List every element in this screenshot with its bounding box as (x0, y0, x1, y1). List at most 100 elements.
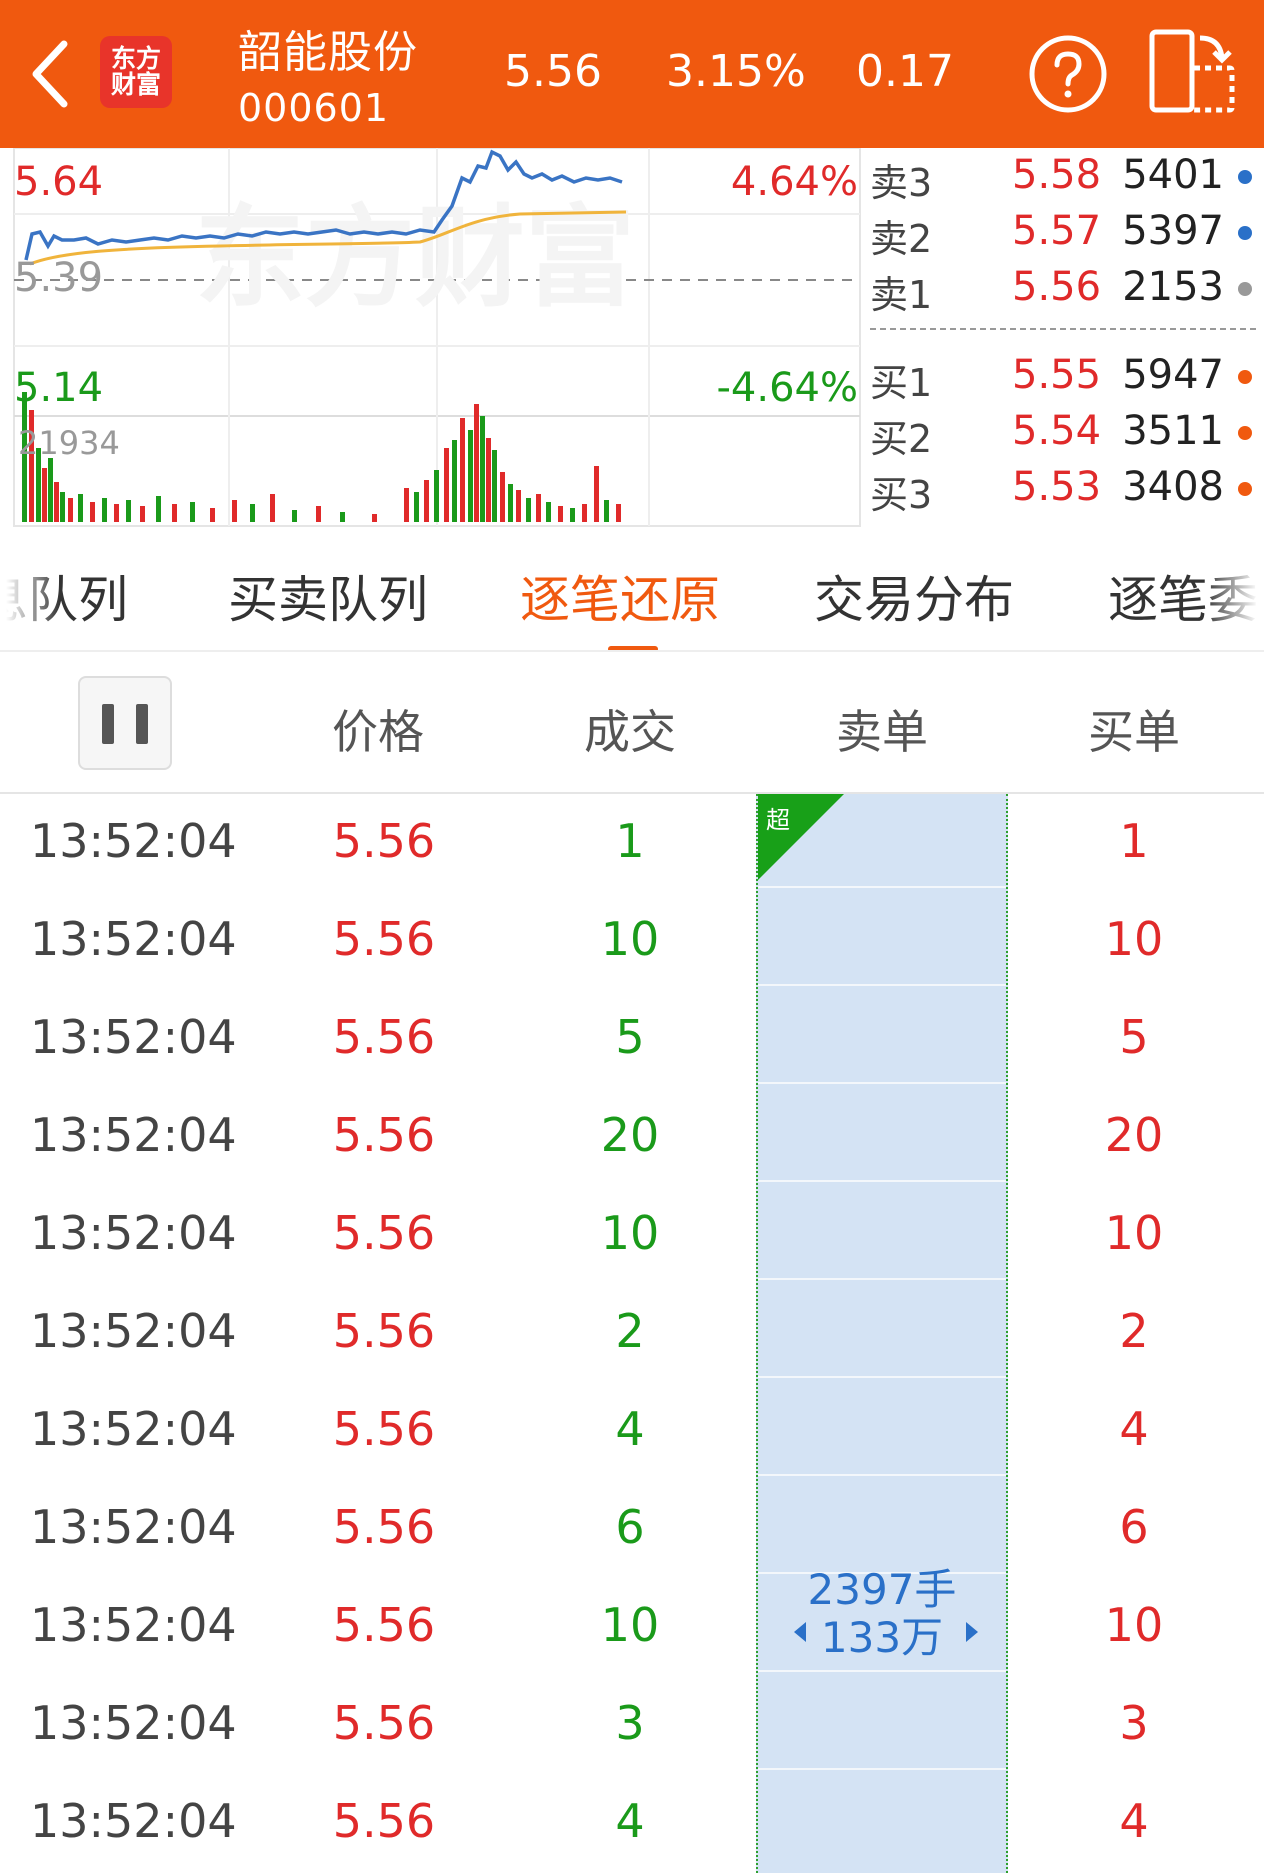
bid-volume: 5947 (1122, 352, 1224, 398)
row-buy-order: 4 (1119, 1794, 1149, 1848)
row-time: 13:52:04 (30, 1010, 237, 1064)
row-time: 13:52:04 (30, 1304, 237, 1358)
tab-fade-right (1204, 528, 1264, 650)
row-volume: 10 (600, 1206, 660, 1260)
active-tab-indicator (608, 646, 658, 650)
landscape-switch-button[interactable] (1148, 28, 1236, 114)
bid-label: 买1 (870, 361, 933, 405)
row-time: 13:52:04 (30, 1598, 237, 1652)
row-volume: 6 (615, 1500, 645, 1554)
row-time: 13:52:04 (30, 1402, 237, 1456)
row-time: 13:52:04 (30, 912, 237, 966)
table-row: 13:52:04 5.56 10 10 (0, 1186, 1264, 1284)
bid-volume: 3408 (1122, 464, 1224, 510)
table-row: 13:52:04 5.56 6 6 (0, 1480, 1264, 1578)
question-circle-icon (1029, 35, 1107, 113)
table-row: 13:52:04 5.56 20 20 (0, 1088, 1264, 1186)
table-header: 价格 成交 卖单 买单 (0, 654, 1264, 794)
chart-low-price: 5.14 (14, 365, 104, 411)
change-percent: 3.15% (666, 46, 806, 97)
row-time: 13:52:04 (30, 1206, 237, 1260)
row-price: 5.56 (332, 814, 436, 868)
back-button[interactable] (24, 34, 80, 114)
row-price: 5.56 (332, 1598, 436, 1652)
pause-button[interactable] (78, 676, 172, 770)
intraday-chart[interactable]: 东方财富 5.64 4.64% 5.39 5.14 -4.64% 21934 (0, 148, 864, 528)
ask-row-2: 卖2 5.57 5397 (864, 208, 1264, 261)
row-volume: 5 (615, 1010, 645, 1064)
row-buy-order: 2 (1119, 1304, 1149, 1358)
row-buy-order: 3 (1119, 1696, 1149, 1750)
row-buy-order: 5 (1119, 1010, 1149, 1064)
current-price: 5.56 (504, 46, 602, 97)
bid-volume: 3511 (1122, 408, 1224, 454)
ask-dot-icon (1238, 226, 1252, 240)
row-volume: 10 (600, 912, 660, 966)
row-buy-order: 4 (1119, 1402, 1149, 1456)
ask-label: 卖3 (870, 161, 933, 205)
row-volume: 4 (615, 1794, 645, 1848)
help-button[interactable] (1028, 34, 1108, 114)
row-price: 5.56 (332, 1108, 436, 1162)
row-volume: 20 (600, 1108, 660, 1162)
row-buy-order: 10 (1104, 912, 1164, 966)
row-volume: 1 (615, 814, 645, 868)
row-price: 5.56 (332, 1304, 436, 1358)
ask-price: 5.56 (1012, 264, 1102, 310)
tick-table[interactable]: 超 2397手 133万 13:52:04 5.56 1 1 13:52:04 … (0, 794, 1264, 1873)
bid-price: 5.53 (1012, 464, 1102, 510)
row-price: 5.56 (332, 1206, 436, 1260)
bid-dot-icon (1238, 426, 1252, 440)
bid-row-1: 买1 5.55 5947 (864, 352, 1264, 405)
row-time: 13:52:04 (30, 1500, 237, 1554)
tab-order-queue[interactable]: 买卖队列 (228, 560, 428, 632)
ask-row-3: 卖3 5.58 5401 (864, 152, 1264, 205)
row-buy-order: 1 (1119, 814, 1149, 868)
table-row: 13:52:04 5.56 4 4 (0, 1382, 1264, 1480)
bid-label: 买2 (870, 417, 933, 461)
ask-row-1: 卖1 5.56 2153 (864, 264, 1264, 317)
ask-dot-icon (1238, 282, 1252, 296)
row-buy-order: 10 (1104, 1598, 1164, 1652)
tab-tick-replay[interactable]: 逐笔还原 (520, 560, 720, 632)
row-price: 5.56 (332, 912, 436, 966)
ask-price: 5.58 (1012, 152, 1102, 198)
tab-bar: 息队列 买卖队列 逐笔还原 交易分布 逐笔委 (0, 528, 1264, 652)
row-time: 13:52:04 (30, 1108, 237, 1162)
ask-dot-icon (1238, 170, 1252, 184)
logo-line2: 财富 (110, 70, 161, 99)
table-row: 13:52:04 5.56 4 4 (0, 1774, 1264, 1872)
bid-row-3: 买3 5.53 3408 (864, 464, 1264, 517)
ask-price: 5.57 (1012, 208, 1102, 254)
col-header-volume: 成交 (584, 705, 676, 759)
change-amount: 0.17 (856, 46, 954, 97)
row-volume: 4 (615, 1402, 645, 1456)
table-row: 13:52:04 5.56 5 5 (0, 990, 1264, 1088)
stock-code: 000601 (238, 86, 390, 130)
row-volume: 2 (615, 1304, 645, 1358)
row-buy-order: 6 (1119, 1500, 1149, 1554)
landscape-switch-icon (1149, 29, 1235, 113)
order-book: 卖3 5.58 5401 卖2 5.57 5397 卖1 5.56 2153 买… (864, 148, 1264, 528)
bid-price: 5.55 (1012, 352, 1102, 398)
order-book-divider (870, 328, 1256, 330)
ask-label: 卖1 (870, 273, 933, 317)
row-volume: 3 (615, 1696, 645, 1750)
col-header-price: 价格 (332, 705, 424, 759)
bid-price: 5.54 (1012, 408, 1102, 454)
bid-label: 买3 (870, 473, 933, 517)
row-price: 5.56 (332, 1010, 436, 1064)
table-row: 13:52:04 5.56 10 10 (0, 892, 1264, 990)
table-row: 13:52:04 5.56 10 10 (0, 1578, 1264, 1676)
top-bar: 东方 财富 韶能股份 000601 5.56 3.15% 0.17 (0, 0, 1264, 148)
chart-max-volume: 21934 (18, 424, 120, 462)
ask-volume: 2153 (1122, 264, 1224, 310)
row-time: 13:52:04 (30, 1794, 237, 1848)
row-buy-order: 10 (1104, 1206, 1164, 1260)
tab-trade-distribution[interactable]: 交易分布 (814, 560, 1014, 632)
row-price: 5.56 (332, 1500, 436, 1554)
row-price: 5.56 (332, 1794, 436, 1848)
row-buy-order: 20 (1104, 1108, 1164, 1162)
table-row: 13:52:04 5.56 1 1 (0, 794, 1264, 892)
chart-high-percent: 4.64% (730, 159, 858, 205)
